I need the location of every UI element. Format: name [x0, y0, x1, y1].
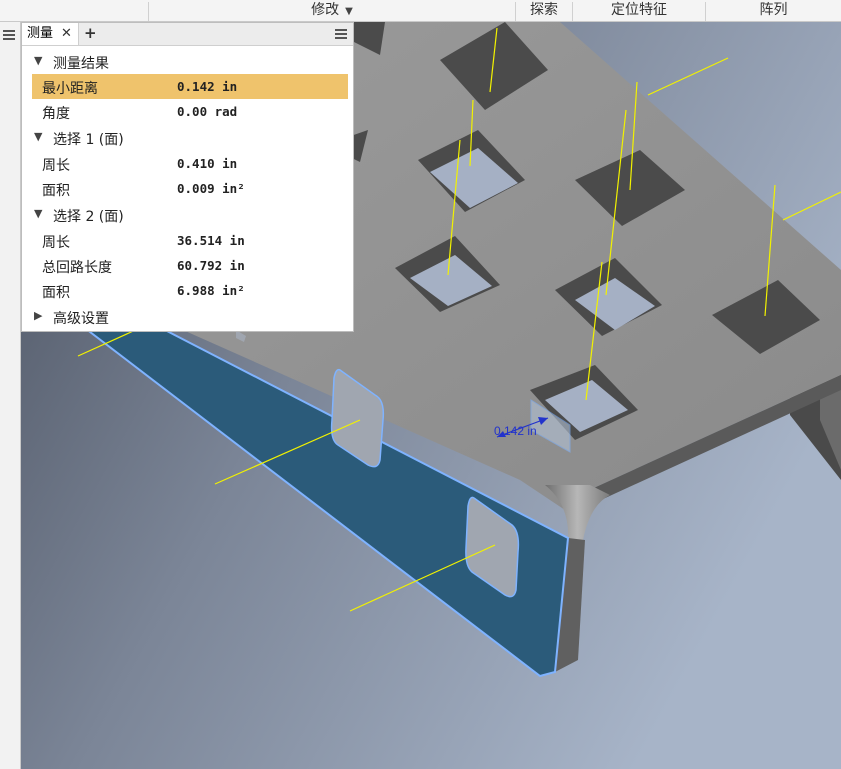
ribbon-group-label: 阵列 [759, 2, 788, 18]
row-value: 0.00 rad [177, 104, 238, 119]
row-value: 60.792 in [177, 258, 245, 273]
section-title: 选择 1 (面) [53, 132, 124, 148]
close-icon[interactable]: ✕ [61, 23, 72, 45]
triangle-right-icon[interactable]: ▶ [34, 309, 42, 322]
row-value: 36.514 in [177, 233, 245, 248]
ribbon-bar: 修改 ▼ 探索 定位特征 阵列 [0, 0, 841, 22]
menu-icon[interactable] [3, 30, 15, 42]
section-title: 选择 2 (面) [53, 209, 124, 225]
row-value: 0.009 in² [177, 181, 245, 196]
ribbon-group-label: 探索 [530, 2, 558, 18]
row-label: 角度 [42, 106, 70, 122]
section-header-selection2[interactable]: ▼ 选择 2 (面) [22, 203, 353, 228]
triangle-down-icon[interactable]: ▼ [34, 207, 42, 220]
row-value: 0.142 in [177, 79, 238, 94]
section-header-selection1[interactable]: ▼ 选择 1 (面) [22, 126, 353, 151]
tab-label: 测量 [27, 26, 54, 41]
row-label: 面积 [42, 183, 70, 199]
result-row-min-distance[interactable]: 最小距离 0.142 in [32, 74, 348, 99]
tab-measure[interactable]: 测量 ✕ [22, 23, 79, 45]
ribbon-group-explore[interactable]: 探索 [516, 0, 572, 21]
row-label: 面积 [42, 285, 70, 301]
browser-strip [0, 22, 21, 769]
section-header-advanced[interactable]: ▶ 高级设置 [22, 305, 353, 330]
selection1-row-area[interactable]: 面积 0.009 in² [22, 176, 353, 201]
section-header-results[interactable]: ▼ 测量结果 [22, 50, 353, 75]
menu-icon[interactable] [335, 29, 347, 41]
row-value: 6.988 in² [177, 283, 245, 298]
row-label: 周长 [42, 158, 70, 174]
row-label: 周长 [42, 235, 70, 251]
section-title: 测量结果 [53, 56, 109, 72]
palette-tab-bar: 测量 ✕ + [22, 23, 353, 46]
selection2-row-loop-length[interactable]: 总回路长度 60.792 in [22, 253, 353, 278]
ribbon-group-label: 修改 [311, 2, 340, 18]
result-row-angle[interactable]: 角度 0.00 rad [22, 99, 353, 124]
section-title: 高级设置 [53, 311, 109, 327]
selection1-row-perimeter[interactable]: 周长 0.410 in [22, 151, 353, 176]
ribbon-group-pattern[interactable]: 阵列 [706, 0, 841, 21]
row-label: 总回路长度 [42, 260, 112, 276]
triangle-down-icon[interactable]: ▼ [34, 130, 42, 143]
triangle-down-icon[interactable]: ▼ [34, 54, 42, 67]
ribbon-group-work-features[interactable]: 定位特征 [573, 0, 705, 21]
row-value: 0.410 in [177, 156, 238, 171]
selection2-row-area[interactable]: 面积 6.988 in² [22, 278, 353, 303]
ribbon-group-label: 定位特征 [611, 2, 667, 18]
ribbon-group-modify[interactable]: 修改 ▼ [149, 0, 515, 21]
measure-palette[interactable]: 测量 ✕ + ▼ 测量结果 最小距离 0.142 in 角度 0.00 rad … [21, 22, 354, 332]
add-tab-icon[interactable]: + [84, 23, 97, 44]
chevron-down-icon[interactable]: ▼ [345, 6, 353, 17]
selection2-row-perimeter[interactable]: 周长 36.514 in [22, 228, 353, 253]
row-label: 最小距离 [42, 81, 98, 97]
dimension-label: 0.142 in [494, 424, 537, 438]
